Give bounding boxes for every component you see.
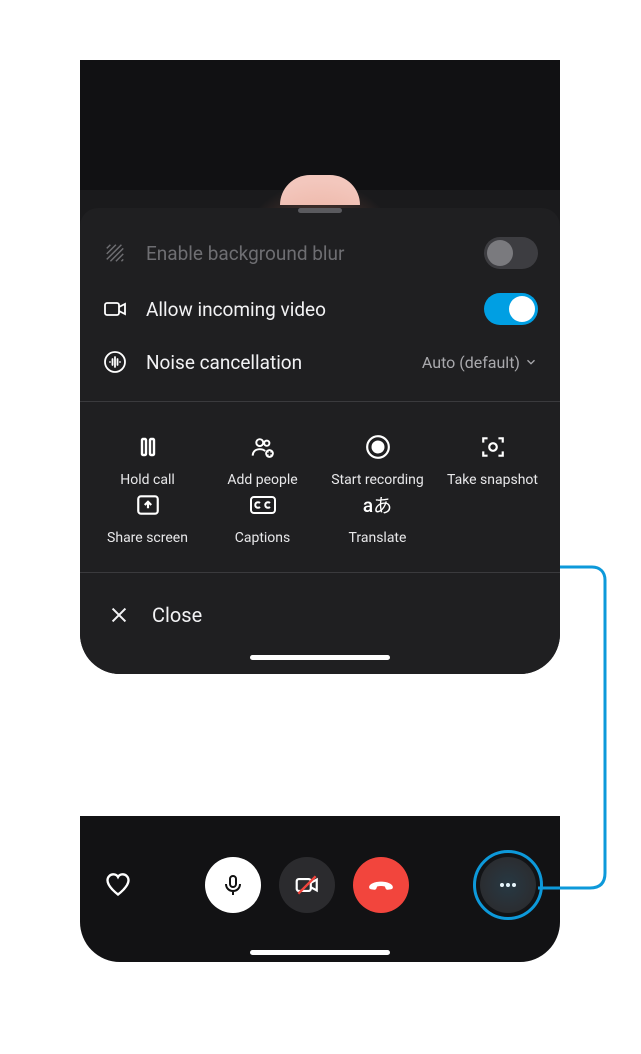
noise-value: Auto (default): [422, 353, 538, 372]
action-label: Hold call: [120, 472, 175, 488]
hangup-button[interactable]: [353, 857, 409, 913]
action-label: Captions: [235, 530, 291, 546]
captions-icon: [248, 490, 278, 520]
action-share-screen[interactable]: Share screen: [90, 490, 205, 546]
action-start-recording[interactable]: Start recording: [320, 432, 435, 488]
action-translate[interactable]: aあ Translate: [320, 490, 435, 546]
close-icon: [108, 604, 130, 626]
call-video-area: [80, 60, 560, 190]
setting-noise-cancellation[interactable]: Noise cancellation Auto (default): [80, 337, 560, 387]
blur-toggle[interactable]: [484, 237, 538, 269]
divider: [80, 572, 560, 573]
action-label: Add people: [227, 472, 297, 488]
call-buttons: [156, 857, 458, 913]
call-control-bar: [80, 816, 560, 962]
pause-icon: [133, 432, 163, 462]
react-heart-button[interactable]: [104, 870, 134, 900]
snapshot-icon: [478, 432, 508, 462]
action-label: Translate: [349, 530, 407, 546]
actions-grid: Hold call Add people: [80, 410, 560, 572]
more-icon: [496, 873, 520, 897]
close-button[interactable]: Close: [80, 581, 560, 655]
divider: [80, 401, 560, 402]
action-hold-call[interactable]: Hold call: [90, 432, 205, 488]
home-indicator: [250, 950, 390, 955]
setting-label: Allow incoming video: [146, 298, 466, 321]
chevron-down-icon: [524, 355, 538, 369]
noise-icon: [102, 349, 128, 375]
more-button[interactable]: [480, 857, 536, 913]
action-captions[interactable]: Captions: [205, 490, 320, 546]
blur-icon: [102, 240, 128, 266]
action-label: Take snapshot: [447, 472, 538, 488]
home-indicator: [250, 655, 390, 660]
noise-value-text: Auto (default): [422, 353, 520, 372]
setting-background-blur: Enable background blur: [80, 225, 560, 281]
setting-incoming-video: Allow incoming video: [80, 281, 560, 337]
mic-button[interactable]: [205, 857, 261, 913]
action-take-snapshot[interactable]: Take snapshot: [435, 432, 550, 488]
settings-list: Enable background blur Allow incoming vi…: [80, 221, 560, 401]
close-label: Close: [152, 603, 202, 627]
add-people-icon: [248, 432, 278, 462]
sheet-grab-handle[interactable]: [298, 208, 342, 213]
call-options-sheet: Enable background blur Allow incoming vi…: [80, 60, 560, 674]
translate-icon: aあ: [363, 490, 393, 520]
share-screen-icon: [133, 490, 163, 520]
action-label: Share screen: [107, 530, 188, 546]
options-sheet: Enable background blur Allow incoming vi…: [80, 208, 560, 674]
record-icon: [363, 432, 393, 462]
setting-label: Enable background blur: [146, 242, 466, 265]
action-add-people[interactable]: Add people: [205, 432, 320, 488]
setting-label: Noise cancellation: [146, 351, 404, 374]
video-toggle[interactable]: [484, 293, 538, 325]
camera-button[interactable]: [279, 857, 335, 913]
avatar: [280, 175, 360, 205]
action-label: Start recording: [331, 472, 424, 488]
video-icon: [102, 296, 128, 322]
